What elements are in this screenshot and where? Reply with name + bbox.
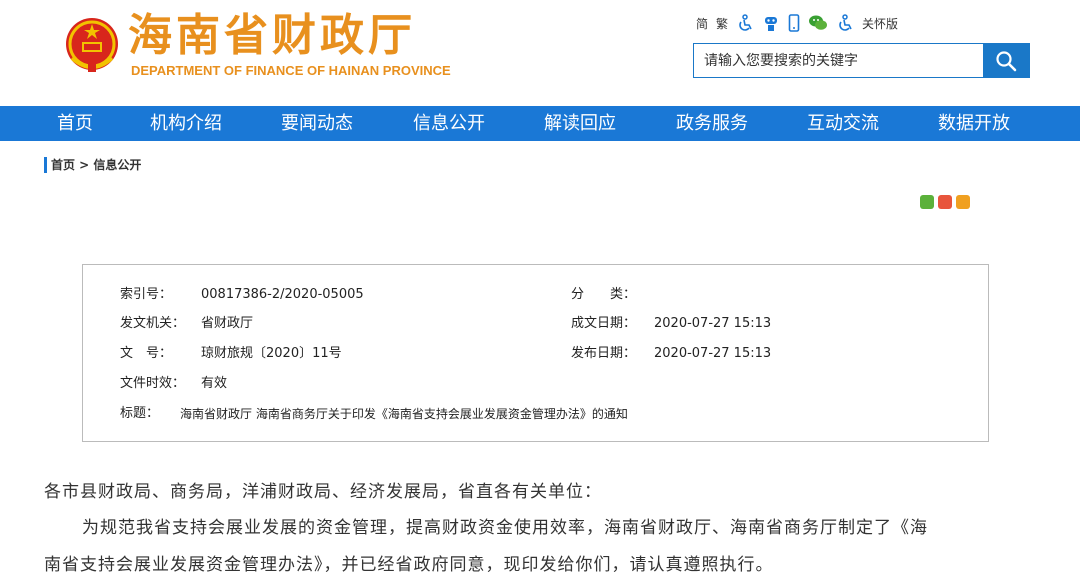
title-label: 标题： — [120, 406, 160, 421]
published-date-label: 发布日期： — [571, 346, 637, 361]
main-nav: 首页 机构介绍 要闻动态 信息公开 解读回应 政务服务 互动交流 数据开放 — [0, 106, 1080, 141]
doc-number-value: 琼财旅规〔2020〕11号 — [201, 346, 342, 361]
share-buttons — [920, 195, 970, 209]
traditional-chinese-link[interactable]: 繁 — [716, 13, 728, 33]
site-title-en: DEPARTMENT OF FINANCE OF HAINAN PROVINCE — [131, 63, 451, 78]
salutation: 各市县财政局、商务局，洋浦财政局、经济发展局，省直各有关单位： — [44, 482, 602, 502]
issuer-value: 省财政厅 — [201, 316, 254, 331]
nav-item-open-data[interactable]: 数据开放 — [938, 106, 1010, 141]
index-value: 00817386-2/2020-05005 — [201, 287, 364, 302]
breadcrumb[interactable]: 首页 > 信息公开 — [44, 157, 141, 173]
validity-value: 有效 — [201, 376, 228, 391]
document-metadata-table: 索引号： 00817386-2/2020-05005 分 类： 发文机关： 省财… — [82, 264, 989, 442]
nav-item-disclosure[interactable]: 信息公开 — [413, 106, 485, 141]
nav-item-interpretation[interactable]: 解读回应 — [544, 106, 616, 141]
published-date-value: 2020-07-27 15:13 — [654, 346, 772, 361]
share-weibo-icon[interactable] — [938, 195, 952, 209]
share-wechat-icon[interactable] — [920, 195, 934, 209]
issuer-label: 发文机关： — [120, 316, 186, 331]
accessibility-mode-icon[interactable] — [836, 13, 854, 33]
search-button[interactable] — [983, 43, 1029, 78]
accessibility-toolbar: 简 繁 关怀版 — [696, 12, 898, 34]
national-emblem-icon — [66, 18, 118, 72]
nav-item-about[interactable]: 机构介绍 — [150, 106, 222, 141]
nav-item-home[interactable]: 首页 — [57, 106, 93, 141]
care-mode-link[interactable]: 关怀版 — [862, 13, 898, 33]
site-title: 海南省财政厅 — [128, 10, 416, 61]
mobile-icon[interactable] — [788, 13, 800, 33]
search-input[interactable] — [694, 44, 984, 77]
search-icon — [996, 50, 1017, 71]
body-paragraph-line-1: 为规范我省支持会展业发展的资金管理，提高财政资金使用效率，海南省财政厅、海南省商… — [82, 518, 928, 538]
title-value: 海南省财政厅 海南省商务厅关于印发《海南省支持会展业发展资金管理办法》的通知 — [180, 407, 628, 421]
doc-number-label: 文 号： — [120, 346, 173, 361]
created-date-label: 成文日期： — [571, 316, 637, 331]
wechat-icon[interactable] — [808, 13, 828, 33]
accessibility-icon[interactable] — [736, 13, 754, 33]
robot-assistant-icon[interactable] — [762, 13, 780, 33]
simplified-chinese-link[interactable]: 简 — [696, 13, 708, 33]
body-paragraph-line-2: 南省支持会展业发展资金管理办法》，并已经省政府同意，现印发给你们，请认真遵照执行… — [44, 555, 774, 575]
search-box — [693, 43, 1030, 78]
category-label: 分 类： — [571, 287, 637, 302]
nav-item-services[interactable]: 政务服务 — [676, 106, 748, 141]
nav-item-interaction[interactable]: 互动交流 — [807, 106, 879, 141]
nav-item-news[interactable]: 要闻动态 — [281, 106, 353, 141]
validity-label: 文件时效： — [120, 376, 186, 391]
index-label: 索引号： — [120, 287, 173, 302]
site-header: 海南省财政厅 DEPARTMENT OF FINANCE OF HAINAN P… — [0, 0, 1080, 106]
created-date-value: 2020-07-27 15:13 — [654, 316, 772, 331]
share-qzone-icon[interactable] — [956, 195, 970, 209]
